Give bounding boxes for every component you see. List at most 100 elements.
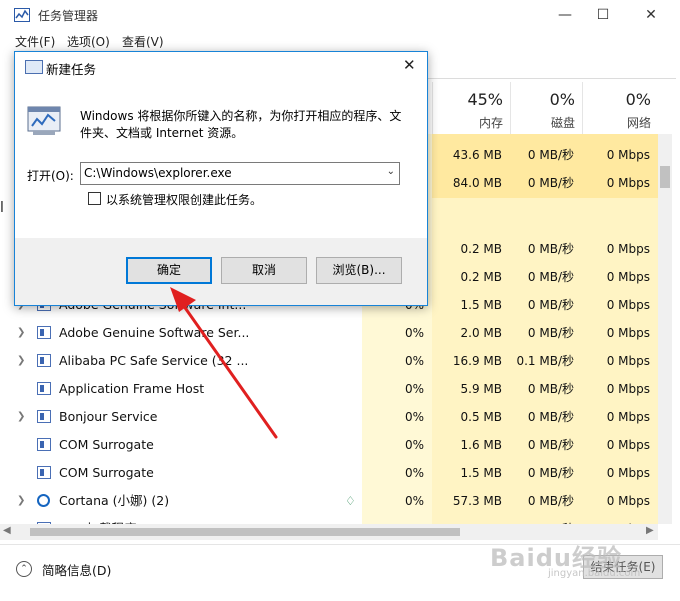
run-program-icon bbox=[27, 106, 61, 135]
fewer-details-link[interactable]: 简略信息(D) bbox=[42, 560, 111, 579]
cell-disk: 0.1 MB/秒 bbox=[516, 354, 574, 368]
table-row[interactable]: CTF 加载程序 0.1% 12.4 MB 0 MB/秒 0 Mbps bbox=[0, 515, 658, 524]
dialog-title-bar[interactable]: 新建任务 ✕ bbox=[15, 52, 427, 82]
chevron-right-icon[interactable]: ❯ bbox=[17, 355, 25, 366]
process-name: CTF 加载程序 bbox=[59, 515, 137, 524]
process-name: Adobe Genuine Software Ser... bbox=[59, 325, 250, 340]
cell-mem: 1.5 MB bbox=[460, 466, 502, 480]
cell-mem: 16.9 MB bbox=[452, 354, 502, 368]
menu-view[interactable]: 查看(V) bbox=[122, 33, 164, 50]
cell-disk: 0 MB/秒 bbox=[527, 176, 574, 190]
dialog-title: 新建任务 bbox=[46, 62, 97, 77]
window-title: 任务管理器 bbox=[38, 9, 99, 23]
cell-cpu: 0% bbox=[404, 466, 424, 480]
dialog-body: Windows 将根据你所键入的名称，为你打开相应的程序、文件夹、文档或 Int… bbox=[15, 82, 427, 238]
admin-checkbox[interactable] bbox=[88, 192, 101, 205]
cell-net: 0 Mbps bbox=[606, 494, 650, 508]
cell-disk: 0 MB/秒 bbox=[527, 438, 574, 452]
cell-cpu: 0% bbox=[404, 382, 424, 396]
cell-cpu: 0% bbox=[404, 410, 424, 424]
menu-options[interactable]: 选项(O) bbox=[67, 33, 110, 50]
cell-disk: 0 MB/秒 bbox=[527, 270, 574, 284]
cell-disk: 0 MB/秒 bbox=[527, 326, 574, 340]
app-window-icon bbox=[37, 354, 51, 367]
process-name: COM Surrogate bbox=[59, 465, 154, 480]
cell-mem: 43.6 MB bbox=[452, 148, 502, 162]
scroll-left-icon[interactable]: ◀ bbox=[3, 525, 11, 536]
disk-label: 磁盘 bbox=[550, 116, 575, 130]
cell-disk: 0 MB/秒 bbox=[527, 410, 574, 424]
cell-disk: 0 MB/秒 bbox=[527, 148, 574, 162]
disk-percent: 0% bbox=[549, 90, 575, 109]
open-label: 打开(O): bbox=[27, 169, 74, 183]
cell-cpu: 0% bbox=[404, 326, 424, 340]
tab-strip bbox=[426, 54, 676, 79]
dialog-description: Windows 将根据你所键入的名称，为你打开相应的程序、文件夹、文档或 Int… bbox=[80, 109, 402, 140]
admin-checkbox-label[interactable]: 以系统管理权限创建此任务。 bbox=[106, 191, 262, 208]
process-name: Alibaba PC Safe Service (32 ... bbox=[59, 353, 249, 368]
cell-net: 0 Mbps bbox=[606, 242, 650, 256]
cell-mem: 0.5 MB bbox=[460, 410, 502, 424]
app-window-icon bbox=[37, 410, 51, 423]
leaf-icon: ♢ bbox=[345, 494, 356, 508]
scrollbar-thumb[interactable] bbox=[30, 528, 460, 536]
cancel-button[interactable]: 取消 bbox=[221, 257, 307, 284]
column-memory[interactable]: 45% 内存 bbox=[432, 82, 511, 134]
cell-net: 0 Mbps bbox=[606, 410, 650, 424]
tab-edge: l bbox=[0, 200, 4, 216]
scrollbar-thumb[interactable] bbox=[660, 166, 670, 188]
column-disk[interactable]: 0% 磁盘 bbox=[510, 82, 583, 134]
chevron-up-icon[interactable]: ⌃ bbox=[16, 561, 32, 577]
vertical-scrollbar[interactable] bbox=[658, 134, 672, 524]
cell-net: 0 Mbps bbox=[606, 148, 650, 162]
cell-net: 0 Mbps bbox=[606, 326, 650, 340]
chevron-right-icon[interactable]: ❯ bbox=[17, 411, 25, 422]
maximize-button[interactable]: ☐ bbox=[580, 0, 626, 30]
cell-cpu: 0% bbox=[404, 494, 424, 508]
app-window-icon bbox=[37, 466, 51, 479]
column-network[interactable]: 0% 网络 bbox=[582, 82, 659, 134]
cell-disk: 0 MB/秒 bbox=[527, 466, 574, 480]
chevron-down-icon[interactable]: ⌄ bbox=[387, 166, 395, 177]
task-manager-icon bbox=[14, 8, 30, 22]
cell-mem: 84.0 MB bbox=[452, 176, 502, 190]
chevron-right-icon[interactable]: ❯ bbox=[17, 495, 25, 506]
cell-disk: 0 MB/秒 bbox=[527, 298, 574, 312]
app-window-icon bbox=[37, 438, 51, 451]
cell-mem: 5.9 MB bbox=[460, 382, 502, 396]
cell-mem: 0.2 MB bbox=[460, 242, 502, 256]
cell-mem: 0.2 MB bbox=[460, 270, 502, 284]
maximize-icon: ☐ bbox=[596, 7, 610, 23]
dialog-close-icon[interactable]: ✕ bbox=[403, 56, 416, 74]
ok-button[interactable]: 确定 bbox=[126, 257, 212, 284]
new-task-dialog: 新建任务 ✕ Windows 将根据你所键入的名称，为你打开相应的程序、文件夹、… bbox=[14, 51, 428, 306]
scroll-right-icon[interactable]: ▶ bbox=[646, 525, 654, 536]
cell-mem: 2.0 MB bbox=[460, 326, 502, 340]
memory-label: 内存 bbox=[478, 116, 503, 130]
process-name: Cortana (小娜) (2) bbox=[59, 493, 170, 508]
process-name: COM Surrogate bbox=[59, 437, 154, 452]
cell-cpu: 0.1% bbox=[362, 515, 432, 524]
network-label: 网络 bbox=[626, 116, 651, 130]
process-name: Application Frame Host bbox=[59, 381, 205, 396]
cell-net: 0 Mbps bbox=[582, 515, 658, 524]
browse-button[interactable]: 浏览(B)... bbox=[316, 257, 402, 284]
cell-net: 0 Mbps bbox=[606, 176, 650, 190]
menu-file[interactable]: 文件(F) bbox=[15, 33, 55, 50]
cell-net: 0 Mbps bbox=[606, 466, 650, 480]
watermark-url: jingyan.baidu.com bbox=[548, 568, 641, 579]
title-bar[interactable]: 任务管理器 — ☐ ✕ bbox=[0, 0, 680, 30]
close-icon: ✕ bbox=[645, 7, 657, 23]
cell-disk: 0 MB/秒 bbox=[510, 515, 582, 524]
cell-net: 0 Mbps bbox=[606, 438, 650, 452]
chevron-right-icon[interactable]: ❯ bbox=[17, 327, 25, 338]
cell-cpu: 0% bbox=[404, 438, 424, 452]
cell-cpu: 0% bbox=[404, 354, 424, 368]
open-combobox[interactable]: C:\Windows\explorer.exe ⌄ bbox=[80, 162, 400, 185]
cell-net: 0 Mbps bbox=[606, 382, 650, 396]
open-input-value[interactable]: C:\Windows\explorer.exe bbox=[84, 166, 232, 180]
cell-disk: 0 MB/秒 bbox=[527, 242, 574, 256]
close-button[interactable]: ✕ bbox=[628, 0, 674, 30]
minimize-icon: — bbox=[558, 7, 572, 23]
cell-mem: 1.5 MB bbox=[460, 298, 502, 312]
